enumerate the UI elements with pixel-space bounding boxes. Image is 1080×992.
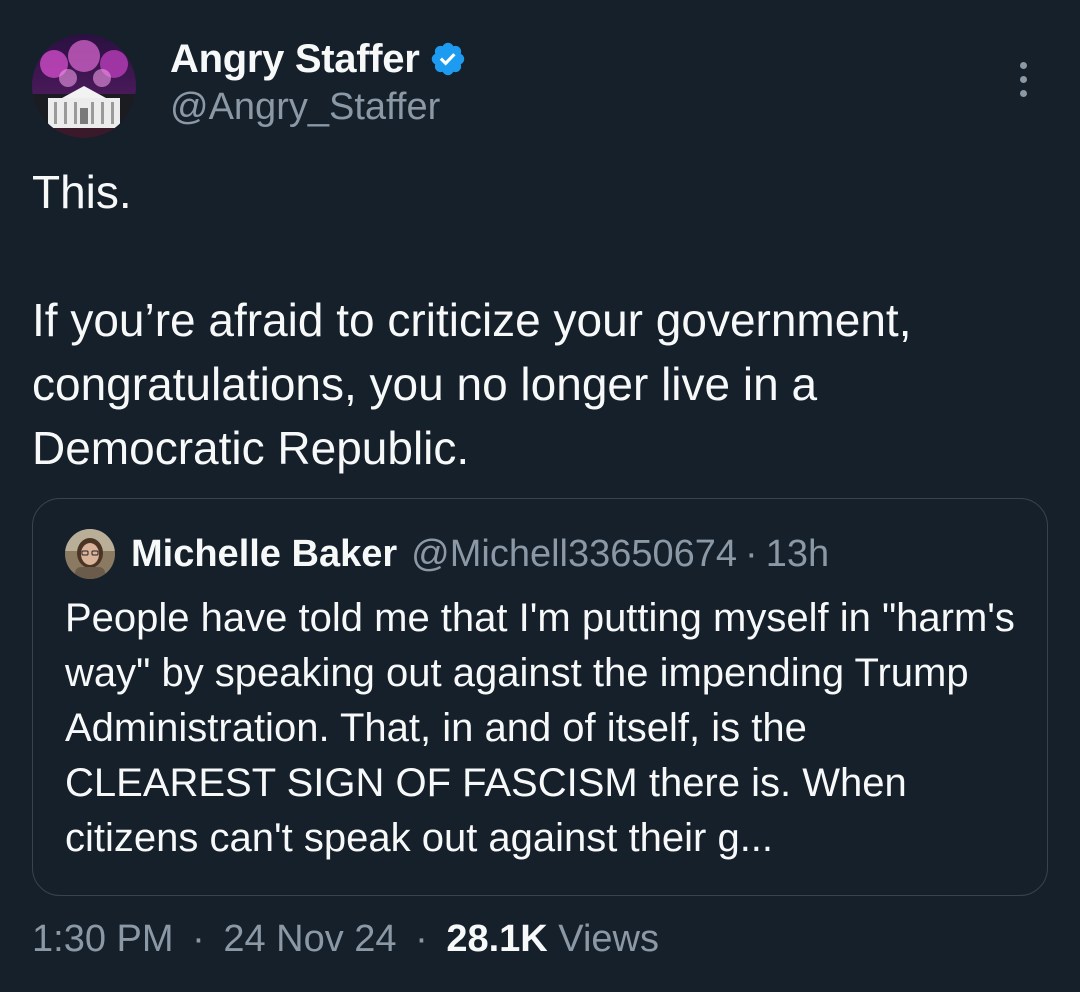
author-handle[interactable]: @Angry_Staffer bbox=[170, 86, 467, 129]
user-photo-avatar-icon bbox=[65, 529, 115, 579]
views-label: Views bbox=[558, 918, 659, 960]
tweet-header: Angry Staffer @Angry_Staffer bbox=[32, 32, 1048, 138]
quoted-tweet-text: People have told me that I'm putting mys… bbox=[65, 596, 1015, 860]
tweet-date[interactable]: 24 Nov 24 bbox=[223, 918, 396, 960]
author-names: Angry Staffer @Angry_Staffer bbox=[170, 34, 467, 129]
quoted-separator: · bbox=[745, 532, 758, 575]
quoted-timestamp[interactable]: 13h bbox=[766, 533, 829, 576]
more-options-button[interactable] bbox=[1008, 54, 1038, 104]
verified-badge-icon[interactable] bbox=[429, 40, 467, 78]
meta-separator: · bbox=[192, 918, 205, 960]
more-vertical-icon bbox=[1019, 61, 1027, 69]
more-dot bbox=[1019, 75, 1027, 83]
meta-separator: · bbox=[415, 918, 428, 960]
tweet-time[interactable]: 1:30 PM bbox=[32, 918, 174, 960]
quoted-author-avatar[interactable] bbox=[65, 529, 115, 579]
white-house-fireworks-avatar-icon bbox=[32, 34, 136, 138]
quoted-tweet[interactable]: Michelle Baker @Michell33650674 · 13h Pe… bbox=[32, 498, 1048, 896]
author-avatar[interactable] bbox=[32, 34, 136, 138]
author-display-name[interactable]: Angry Staffer bbox=[170, 37, 420, 82]
tweet-meta: 1:30 PM · 24 Nov 24 · 28.1K Views bbox=[32, 918, 659, 961]
more-dot bbox=[1019, 89, 1027, 97]
quoted-author-display-name[interactable]: Michelle Baker bbox=[131, 533, 397, 576]
views-count[interactable]: 28.1K bbox=[446, 918, 547, 960]
quoted-tweet-header: Michelle Baker @Michell33650674 · 13h bbox=[65, 527, 829, 581]
tweet: Angry Staffer @Angry_Staffer This. If yo… bbox=[0, 0, 1080, 992]
display-name-row: Angry Staffer bbox=[170, 34, 467, 84]
quoted-author-handle[interactable]: @Michell33650674 bbox=[411, 533, 737, 576]
tweet-text: This. If you’re afraid to criticize your… bbox=[32, 166, 912, 474]
